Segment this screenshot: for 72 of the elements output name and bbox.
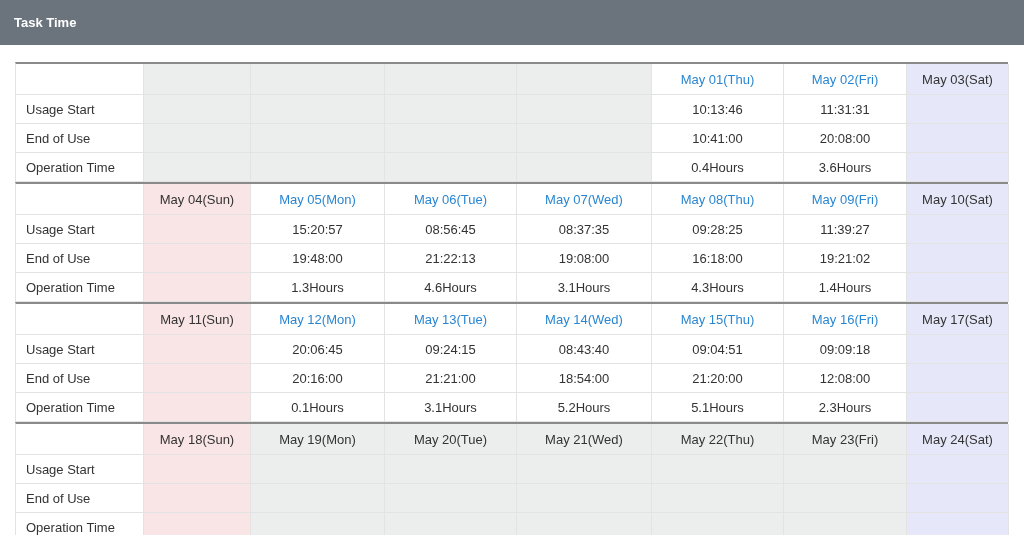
time-cell: 0.1Hours [251, 393, 385, 422]
time-cell: 09:28:25 [652, 215, 784, 244]
date-cell: May 19(Mon) [251, 424, 385, 455]
time-cell: 08:37:35 [517, 215, 652, 244]
time-cell: 09:04:51 [652, 335, 784, 364]
row-label: Operation Time [16, 393, 144, 422]
date-cell: May 02(Fri) [784, 64, 907, 95]
time-cell: 21:21:00 [385, 364, 517, 393]
time-cell: 16:18:00 [652, 244, 784, 273]
time-cell: 3.1Hours [517, 273, 652, 302]
date-cell: May 13(Tue) [385, 304, 517, 335]
time-cell: 1.3Hours [251, 273, 385, 302]
time-cell: 5.1Hours [652, 393, 784, 422]
date-cell: May 23(Fri) [784, 424, 907, 455]
time-cell: 12:08:00 [784, 364, 907, 393]
time-cell: 4.3Hours [652, 273, 784, 302]
date-cell: May 01(Thu) [652, 64, 784, 95]
row-label: Usage Start [16, 95, 144, 124]
time-cell: 20:08:00 [784, 124, 907, 153]
date-cell: May 12(Mon) [251, 304, 385, 335]
row-label: End of Use [16, 244, 144, 273]
date-cell: May 17(Sat) [907, 304, 1009, 335]
date-cell: May 07(Wed) [517, 184, 652, 215]
date-cell: May 08(Thu) [652, 184, 784, 215]
time-cell: 19:21:02 [784, 244, 907, 273]
time-cell: 11:31:31 [784, 95, 907, 124]
row-label: Usage Start [16, 335, 144, 364]
date-cell: May 22(Thu) [652, 424, 784, 455]
date-cell: May 15(Thu) [652, 304, 784, 335]
time-cell: 08:56:45 [385, 215, 517, 244]
row-label: End of Use [16, 364, 144, 393]
time-cell: 5.2Hours [517, 393, 652, 422]
time-cell: 15:20:57 [251, 215, 385, 244]
time-cell: 2.3Hours [784, 393, 907, 422]
time-cell: 21:20:00 [652, 364, 784, 393]
date-cell: May 09(Fri) [784, 184, 907, 215]
row-label: Operation Time [16, 153, 144, 182]
date-cell: May 20(Tue) [385, 424, 517, 455]
row-label: Usage Start [16, 215, 144, 244]
time-cell: 09:09:18 [784, 335, 907, 364]
time-cell: 20:16:00 [251, 364, 385, 393]
date-cell: May 06(Tue) [385, 184, 517, 215]
page-title: Task Time [14, 15, 77, 30]
date-cell: May 24(Sat) [907, 424, 1009, 455]
date-cell: May 14(Wed) [517, 304, 652, 335]
date-cell: May 11(Sun) [144, 304, 251, 335]
date-cell: May 04(Sun) [144, 184, 251, 215]
date-cell: May 10(Sat) [907, 184, 1009, 215]
date-cell: May 05(Mon) [251, 184, 385, 215]
row-label: Operation Time [16, 273, 144, 302]
date-cell: May 16(Fri) [784, 304, 907, 335]
date-cell: May 03(Sat) [907, 64, 1009, 95]
date-cell: May 21(Wed) [517, 424, 652, 455]
time-cell: 19:08:00 [517, 244, 652, 273]
row-label: End of Use [16, 484, 144, 513]
time-cell: 10:41:00 [652, 124, 784, 153]
time-cell: 20:06:45 [251, 335, 385, 364]
time-cell: 18:54:00 [517, 364, 652, 393]
time-cell: 4.6Hours [385, 273, 517, 302]
time-cell: 21:22:13 [385, 244, 517, 273]
time-cell: 3.1Hours [385, 393, 517, 422]
time-cell: 19:48:00 [251, 244, 385, 273]
time-cell: 10:13:46 [652, 95, 784, 124]
time-cell: 11:39:27 [784, 215, 907, 244]
time-cell: 09:24:15 [385, 335, 517, 364]
time-cell: 0.4Hours [652, 153, 784, 182]
row-label: End of Use [16, 124, 144, 153]
time-cell: 3.6Hours [784, 153, 907, 182]
time-cell: 1.4Hours [784, 273, 907, 302]
time-cell: 08:43:40 [517, 335, 652, 364]
row-label: Usage Start [16, 455, 144, 484]
date-cell: May 18(Sun) [144, 424, 251, 455]
